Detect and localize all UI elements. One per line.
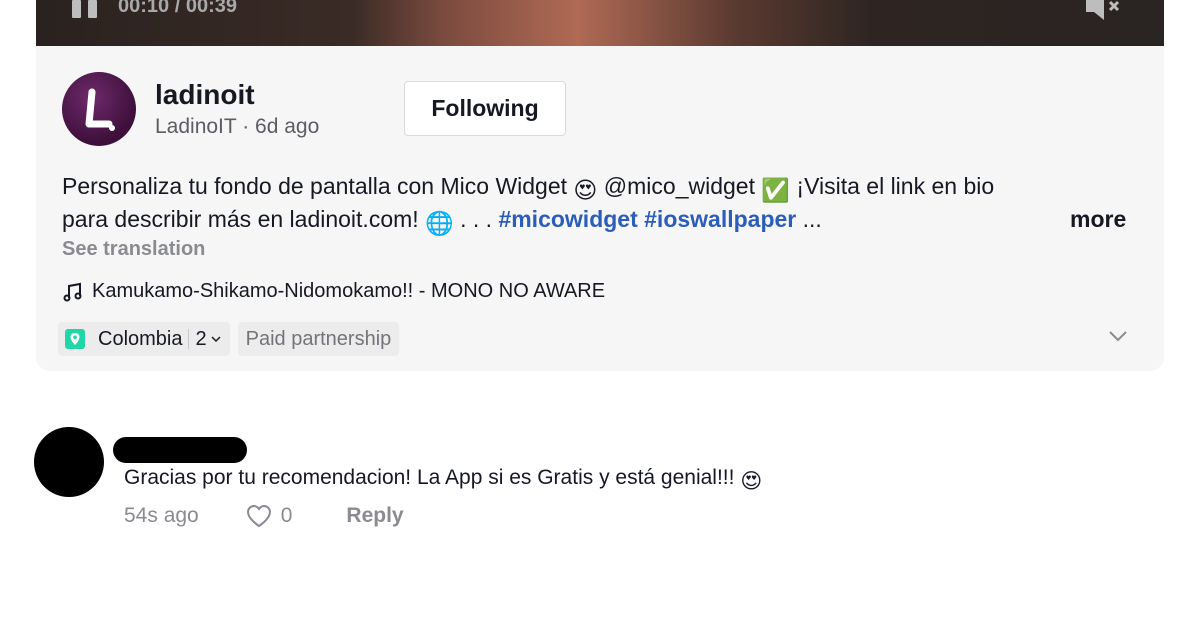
- heart-eyes-emoji: 😍: [740, 470, 763, 493]
- comment-text: Gracias por tu recomendacion! La App si …: [124, 466, 741, 489]
- description-line-1: Personaliza tu fondo de pantalla con Mic…: [62, 173, 994, 204]
- author-avatar[interactable]: [62, 72, 136, 146]
- following-button[interactable]: Following: [404, 81, 566, 136]
- author-display-name[interactable]: LadinoIT: [155, 115, 236, 138]
- comment-actions: 54s ago 0 Reply: [124, 503, 404, 529]
- ladinoit-logo-icon: [85, 88, 115, 131]
- globe-emoji: 🌐: [425, 210, 454, 236]
- commenter-avatar[interactable]: [34, 427, 104, 497]
- hashtag-micowidget[interactable]: #micowidget: [498, 206, 637, 232]
- location-name: Colombia: [98, 327, 183, 350]
- hashtag-ioswallpaper[interactable]: #ioswallpaper: [644, 206, 796, 232]
- location-count[interactable]: 2: [195, 328, 221, 351]
- like-count: 0: [280, 504, 293, 527]
- chevron-down-icon: [211, 336, 221, 343]
- comment-body: Gracias por tu recomendacion! La App si …: [124, 466, 762, 494]
- description-line-2: para describir más en ladinoit.com! 🌐 . …: [62, 206, 822, 237]
- see-translation-link[interactable]: See translation: [62, 238, 205, 261]
- description-text-2: para describir más en ladinoit.com!: [62, 206, 426, 232]
- location-chip[interactable]: Colombia 2: [58, 322, 230, 356]
- author-username[interactable]: ladinoit: [155, 79, 255, 111]
- post-time: 6d ago: [255, 115, 320, 138]
- author-subline: LadinoIT · 6d ago: [155, 115, 319, 139]
- muted-speaker-icon[interactable]: [1084, 0, 1124, 20]
- check-mark-emoji: ✅: [761, 177, 791, 203]
- description-text-end: ¡Visita el link en bio: [790, 173, 995, 199]
- reply-button[interactable]: Reply: [346, 504, 403, 528]
- comment-like-button[interactable]: 0: [245, 503, 293, 529]
- description-ellipsis: ...: [796, 206, 822, 232]
- commenter-name-redacted: [113, 437, 247, 463]
- description-text: Personaliza tu fondo de pantalla con Mic…: [62, 173, 574, 199]
- post-tags: Colombia 2 Paid partnership: [58, 322, 400, 356]
- chip-divider: [188, 329, 190, 349]
- heart-outline-icon: [246, 504, 271, 528]
- heart-eyes-emoji: 😍: [573, 177, 598, 203]
- pause-icon[interactable]: [72, 0, 102, 18]
- music-link[interactable]: Kamukamo-Shikamo-Nidomokamo!! - MONO NO …: [62, 280, 605, 303]
- music-note-icon: [63, 282, 82, 301]
- expand-chevron-down-icon[interactable]: [1106, 324, 1130, 348]
- paid-partnership-label: Paid partnership: [237, 322, 400, 356]
- mention-link[interactable]: @mico_widget: [597, 173, 761, 199]
- description-dots: . . .: [453, 206, 499, 232]
- more-button[interactable]: more: [1070, 206, 1126, 233]
- separator-dot: ·: [236, 115, 256, 138]
- location-count-value: 2: [195, 327, 207, 350]
- location-pin-icon: [65, 329, 85, 349]
- music-title: Kamukamo-Shikamo-Nidomokamo!! - MONO NO …: [92, 280, 606, 302]
- video-time: 00:10 / 00:39: [118, 0, 237, 17]
- comment-time: 54s ago: [124, 504, 199, 527]
